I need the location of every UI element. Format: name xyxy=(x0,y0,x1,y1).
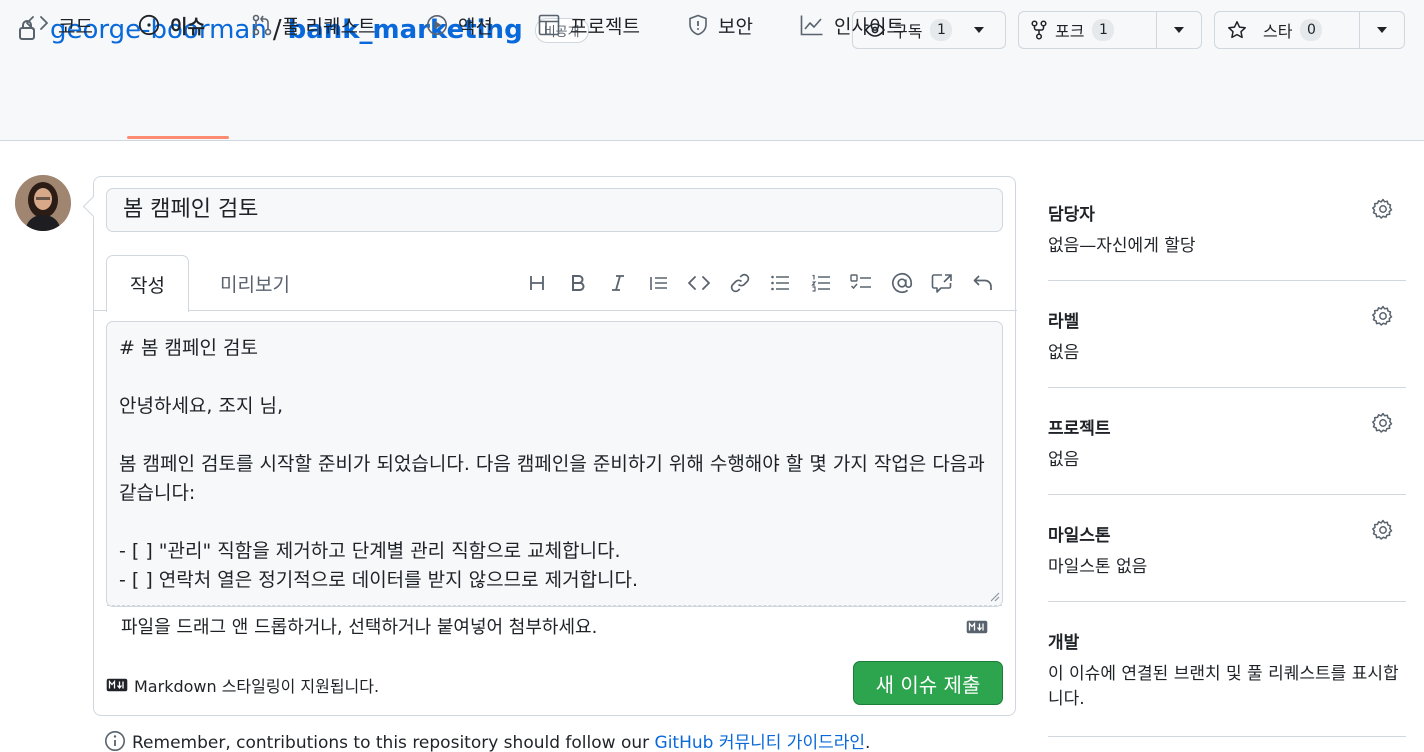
attach-divider xyxy=(107,605,1002,606)
tab-label: 인사이트 xyxy=(834,16,904,38)
italic-icon[interactable] xyxy=(598,269,639,297)
tab-pull-requests[interactable]: 풀 리퀘스트 xyxy=(252,0,375,58)
new-issue-form: 봄 캠페인 검토 작성 미리보기 # 봄 캠페인 검토 안녕하세요, 조지 님,… xyxy=(93,176,1017,716)
fork-icon xyxy=(1031,20,1047,40)
markdown-icon xyxy=(106,678,128,692)
contribution-guideline-note: Remember, contributions to this reposito… xyxy=(104,728,870,752)
code-icon[interactable] xyxy=(679,269,720,297)
tab-label: 액션 xyxy=(458,16,493,38)
star-icon xyxy=(1227,20,1247,40)
community-guidelines-link[interactable]: GitHub 커뮤니티 가이드라인 xyxy=(655,733,865,752)
table-icon xyxy=(538,12,560,36)
graph-icon xyxy=(800,12,824,36)
assignees-section: 담당자 없음—자신에게 할당 xyxy=(1048,174,1406,281)
heading-icon[interactable] xyxy=(517,269,558,297)
gear-icon[interactable] xyxy=(1372,198,1394,220)
fork-dropdown[interactable] xyxy=(1155,12,1201,48)
pull-request-icon xyxy=(252,12,272,36)
labels-heading: 라벨 xyxy=(1048,312,1080,332)
fork-count: 1 xyxy=(1092,19,1115,41)
markdown-supported-note[interactable]: Markdown 스타일링이 지원됩니다. xyxy=(106,673,379,697)
active-tab-indicator xyxy=(127,136,229,139)
tab-actions[interactable]: 액션 xyxy=(426,0,493,58)
tab-preview[interactable]: 미리보기 xyxy=(200,255,310,312)
issue-icon xyxy=(138,12,160,36)
tab-label: 이슈 xyxy=(170,16,205,38)
fork-button-group: 포크 1 xyxy=(1018,11,1202,49)
milestone-value: 마일스톤 없음 xyxy=(1048,557,1148,577)
submit-issue-button[interactable]: 새 이슈 제출 xyxy=(853,661,1003,705)
info-icon xyxy=(104,730,126,752)
markdown-toolbar xyxy=(517,269,1003,297)
tab-label: 풀 리퀘스트 xyxy=(282,16,376,38)
undo-icon[interactable] xyxy=(963,269,1004,297)
milestone-heading: 마일스톤 xyxy=(1048,526,1111,546)
play-icon xyxy=(426,12,448,36)
watch-dropdown[interactable] xyxy=(964,12,994,48)
mention-icon[interactable] xyxy=(882,269,923,297)
tab-code[interactable]: 코드 xyxy=(26,0,93,58)
guideline-text: Remember, contributions to this reposito… xyxy=(132,733,655,752)
avatar[interactable] xyxy=(15,175,71,231)
milestone-section: 마일스톤 마일스톤 없음 xyxy=(1048,495,1406,602)
gear-icon[interactable] xyxy=(1372,412,1394,434)
development-heading: 개발 xyxy=(1048,633,1080,653)
tab-security[interactable]: 보안 xyxy=(688,0,753,58)
triangle-down-icon xyxy=(1376,27,1387,33)
projects-heading: 프로젝트 xyxy=(1048,419,1111,439)
bold-icon[interactable] xyxy=(558,269,599,297)
tab-label: 보안 xyxy=(718,16,753,38)
task-list-icon[interactable] xyxy=(841,269,882,297)
code-icon xyxy=(26,12,48,32)
star-button[interactable]: 스타 0 xyxy=(1215,12,1359,48)
star-count: 0 xyxy=(1300,19,1323,41)
tab-label: 코드 xyxy=(58,16,93,38)
guideline-end: . xyxy=(865,733,871,752)
projects-section: 프로젝트 없음 xyxy=(1048,388,1406,495)
triangle-down-icon xyxy=(1173,27,1184,33)
resize-handle-icon[interactable] xyxy=(988,590,1000,602)
attach-files-hint[interactable]: 파일을 드래그 앤 드롭하거나, 선택하거나 붙여넣어 첨부하세요. xyxy=(121,613,597,639)
development-section: 개발 이 이슈에 연결된 브랜치 및 풀 리퀘스트를 표시합니다. xyxy=(1048,602,1406,737)
labels-section: 라벨 없음 xyxy=(1048,281,1406,388)
numbered-list-icon[interactable] xyxy=(801,269,842,297)
tab-label: 프로젝트 xyxy=(570,16,640,38)
link-icon[interactable] xyxy=(720,269,761,297)
reference-icon[interactable] xyxy=(922,269,963,297)
repo-header: george-boorman / bank_marketing 비공개 구독 1… xyxy=(0,0,1424,141)
assignees-value[interactable]: 없음—자신에게 할당 xyxy=(1048,234,1406,259)
star-label: 스타 xyxy=(1263,22,1293,41)
labels-value: 없음 xyxy=(1048,343,1080,363)
gear-icon[interactable] xyxy=(1372,305,1394,327)
markdown-note-text: Markdown 스타일링이 지원됩니다. xyxy=(134,677,380,696)
triangle-down-icon xyxy=(974,27,985,33)
fork-label: 포크 xyxy=(1055,22,1085,41)
editor-tabs: 작성 미리보기 xyxy=(106,255,1003,312)
shield-icon xyxy=(688,12,708,36)
tab-insights[interactable]: 인사이트 xyxy=(800,0,904,58)
gear-icon[interactable] xyxy=(1372,519,1394,541)
projects-value: 없음 xyxy=(1048,450,1080,470)
issue-body-textarea[interactable]: # 봄 캠페인 검토 안녕하세요, 조지 님, 봄 캠페인 검토를 시작할 준비… xyxy=(106,321,1003,638)
quote-icon[interactable] xyxy=(639,269,680,297)
star-dropdown[interactable] xyxy=(1358,12,1404,48)
markdown-icon xyxy=(966,620,988,634)
development-value: 이 이슈에 연결된 브랜치 및 풀 리퀘스트를 표시합니다. xyxy=(1048,664,1399,709)
tab-projects[interactable]: 프로젝트 xyxy=(538,0,640,58)
issue-body-text[interactable]: # 봄 캠페인 검토 안녕하세요, 조지 님, 봄 캠페인 검토를 시작할 준비… xyxy=(119,334,991,598)
fork-button[interactable]: 포크 1 xyxy=(1019,12,1156,48)
watch-count: 1 xyxy=(930,19,953,41)
assignees-heading: 담당자 xyxy=(1048,205,1095,225)
form-footer: Markdown 스타일링이 지원됩니다. 새 이슈 제출 xyxy=(106,661,1003,705)
tab-issues[interactable]: 이슈 xyxy=(138,0,205,58)
tab-write[interactable]: 작성 xyxy=(106,255,189,312)
star-button-group: 스타 0 xyxy=(1214,11,1405,49)
bulleted-list-icon[interactable] xyxy=(760,269,801,297)
issue-title-input[interactable]: 봄 캠페인 검토 xyxy=(106,188,1003,232)
